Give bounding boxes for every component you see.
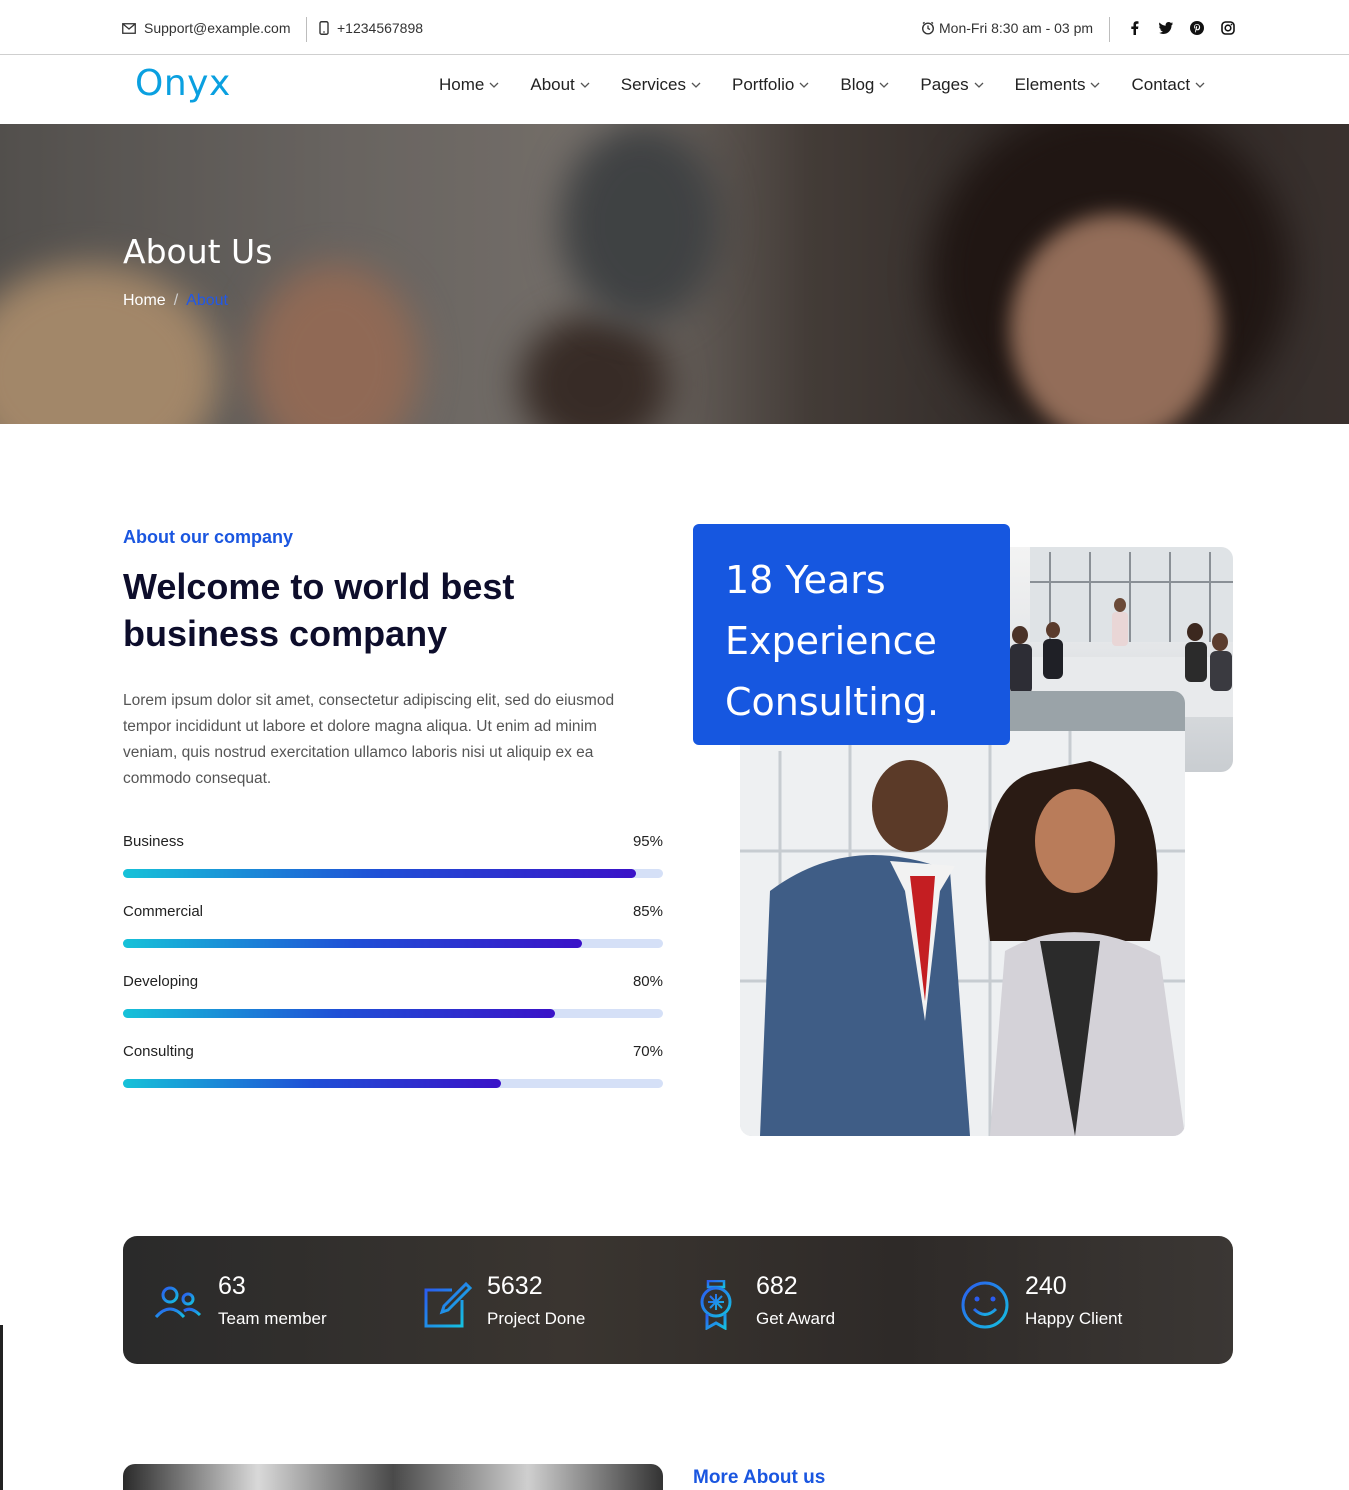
- chevron-down-icon: [489, 82, 499, 88]
- skill-label: Developing: [123, 973, 199, 990]
- skill-percent: 95%: [632, 833, 663, 850]
- progress-fill: [123, 1009, 555, 1018]
- email-text: Support@example.com: [144, 20, 291, 36]
- progress-track: [123, 869, 663, 878]
- smile-icon: [961, 1281, 1009, 1329]
- pinterest-icon[interactable]: [1189, 20, 1204, 35]
- skill-percent: 70%: [632, 1043, 663, 1060]
- stat-number: 5632: [487, 1272, 543, 1300]
- social-links: [1127, 20, 1235, 35]
- breadcrumb-home[interactable]: Home: [123, 292, 166, 310]
- main-nav: Home About Services Portfolio Blog Pages…: [439, 75, 1205, 95]
- breadcrumb: Home / About: [123, 292, 228, 310]
- page-title: About Us: [123, 232, 273, 271]
- section-paragraph: Lorem ipsum dolor sit amet, consectetur …: [123, 692, 615, 787]
- top-bar: Support@example.com +1234567898 Mon-Fri …: [0, 0, 1349, 55]
- stat-label: Get Award: [756, 1309, 836, 1328]
- progress-track: [123, 1079, 663, 1088]
- team-photo-illustration: [740, 691, 1185, 1136]
- section-subtitle: About our company: [123, 527, 293, 547]
- nav-item-blog[interactable]: Blog: [840, 75, 889, 95]
- nav-item-services[interactable]: Services: [621, 75, 701, 95]
- nav-item-about[interactable]: About: [530, 75, 590, 95]
- email-contact[interactable]: Support@example.com: [122, 20, 291, 36]
- chevron-down-icon: [1091, 82, 1100, 88]
- skill-label: Consulting: [123, 1043, 194, 1060]
- mail-icon: [122, 22, 136, 34]
- page-banner: About Us Home / About: [0, 124, 1349, 424]
- nav-label: Services: [620, 75, 686, 94]
- experience-line: 18 Years: [725, 558, 886, 602]
- twitter-icon[interactable]: [1158, 20, 1173, 35]
- banner-overlay: [0, 124, 1349, 424]
- stats-counter-bar: 63 Team member 5632 Project Done 682 Get…: [123, 1236, 1233, 1364]
- nav-label: Home: [439, 75, 485, 94]
- edit-icon: [424, 1281, 472, 1328]
- stat-label: Happy Client: [1025, 1309, 1123, 1328]
- progress-fill: [123, 939, 582, 948]
- team-icon: [154, 1286, 202, 1319]
- nav-label: Portfolio: [731, 75, 795, 94]
- nav-item-contact[interactable]: Contact: [1131, 75, 1205, 95]
- chevron-down-icon: [799, 82, 809, 88]
- phone-icon: [319, 21, 329, 35]
- stat-label: Project Done: [487, 1309, 586, 1328]
- skill-percent: 80%: [632, 973, 663, 990]
- nav-item-pages[interactable]: Pages: [920, 75, 984, 95]
- skill-percent: 85%: [632, 903, 663, 920]
- hours-text: Mon-Fri 8:30 am - 03 pm: [939, 20, 1094, 36]
- nav-item-portfolio[interactable]: Portfolio: [732, 75, 809, 95]
- phone-text: +1234567898: [337, 20, 424, 36]
- chevron-down-icon: [1195, 82, 1205, 88]
- clock-icon: [921, 21, 935, 35]
- progress-track: [123, 939, 663, 948]
- nav-label: Contact: [1131, 75, 1191, 94]
- nav-item-elements[interactable]: Elements: [1015, 75, 1101, 95]
- instagram-icon[interactable]: [1220, 20, 1235, 35]
- section-title: Welcome to world best business company: [123, 566, 515, 654]
- progress-fill: [123, 1079, 501, 1088]
- experience-line: Consulting.: [725, 680, 940, 724]
- nav-label: Elements: [1014, 75, 1086, 94]
- site-logo[interactable]: Onyx: [135, 63, 231, 104]
- phone-contact[interactable]: +1234567898: [319, 20, 423, 36]
- progress-track: [123, 1009, 663, 1018]
- page-edge-bar: [0, 1325, 3, 1490]
- stat-number: 240: [1025, 1272, 1067, 1300]
- stat-label: Team member: [218, 1309, 327, 1328]
- office-hours: Mon-Fri 8:30 am - 03 pm: [921, 20, 1093, 36]
- chevron-down-icon: [879, 82, 889, 88]
- nav-item-home[interactable]: Home: [439, 75, 499, 95]
- breadcrumb-separator: /: [173, 292, 179, 309]
- stat-number: 682: [756, 1272, 798, 1300]
- chevron-down-icon: [974, 82, 984, 88]
- breadcrumb-current: About: [186, 292, 228, 309]
- experience-card: 18 Years Experience Consulting.: [693, 524, 1010, 745]
- chevron-down-icon: [691, 82, 701, 88]
- nav-label: Blog: [840, 75, 875, 94]
- divider: [306, 17, 307, 42]
- skill-label: Business: [123, 833, 184, 850]
- stat-number: 63: [218, 1272, 246, 1300]
- more-about-subtitle: More About us: [693, 1467, 826, 1488]
- skill-label: Commercial: [123, 903, 204, 920]
- chevron-down-icon: [580, 82, 590, 88]
- more-about-photo: [123, 1464, 663, 1490]
- nav-label: About: [530, 75, 575, 94]
- nav-label: Pages: [920, 75, 969, 94]
- progress-fill: [123, 869, 636, 878]
- main-header: Onyx Home About Services Portfolio Blog …: [0, 55, 1349, 124]
- team-photo: [740, 691, 1185, 1136]
- experience-line: Experience: [725, 619, 937, 663]
- divider: [1109, 17, 1110, 42]
- award-icon: [700, 1280, 732, 1330]
- facebook-icon[interactable]: [1127, 20, 1142, 35]
